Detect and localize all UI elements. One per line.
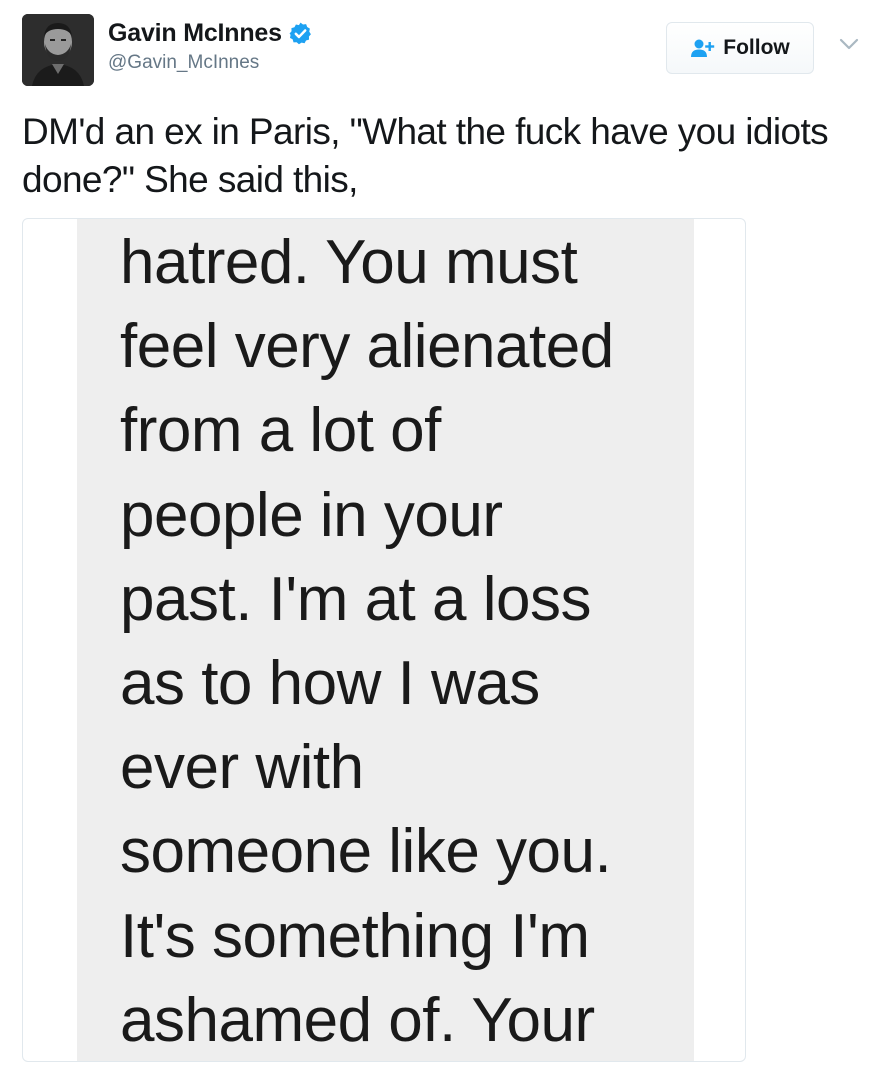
message-line: It's something I'm xyxy=(120,901,590,971)
message-line: as to how I was xyxy=(120,649,540,719)
avatar-photo xyxy=(22,14,94,86)
message-line: past. I'm at a loss xyxy=(120,564,591,634)
message-line: hatred. You must xyxy=(120,228,578,297)
message-line: someone like you. xyxy=(120,817,612,887)
message-text: hatred. You must feel very alienated fro… xyxy=(120,221,690,1061)
author-display-name[interactable]: Gavin McInnes xyxy=(108,19,282,48)
follow-button[interactable]: Follow xyxy=(666,22,814,74)
message-screenshot: hatred. You must feel very alienated fro… xyxy=(77,219,694,1061)
message-line: ever with xyxy=(120,733,364,803)
author-name-row: Gavin McInnes xyxy=(108,16,313,50)
message-line: feel very alienated xyxy=(120,312,614,382)
message-line: from a lot of xyxy=(120,396,441,466)
verified-badge-icon xyxy=(288,21,313,46)
message-line: ashamed of. Your xyxy=(120,985,595,1055)
follow-user-icon xyxy=(690,38,716,58)
follow-button-label: Follow xyxy=(723,36,790,59)
chevron-down-icon[interactable] xyxy=(838,36,860,52)
author-handle[interactable]: @Gavin_McInnes xyxy=(108,52,259,74)
message-line: people in your xyxy=(120,480,503,550)
avatar[interactable] xyxy=(22,14,94,86)
tweet-text: DM'd an ex in Paris, "What the fuck have… xyxy=(22,111,829,200)
tweet-media[interactable]: hatred. You must feel very alienated fro… xyxy=(22,218,746,1062)
